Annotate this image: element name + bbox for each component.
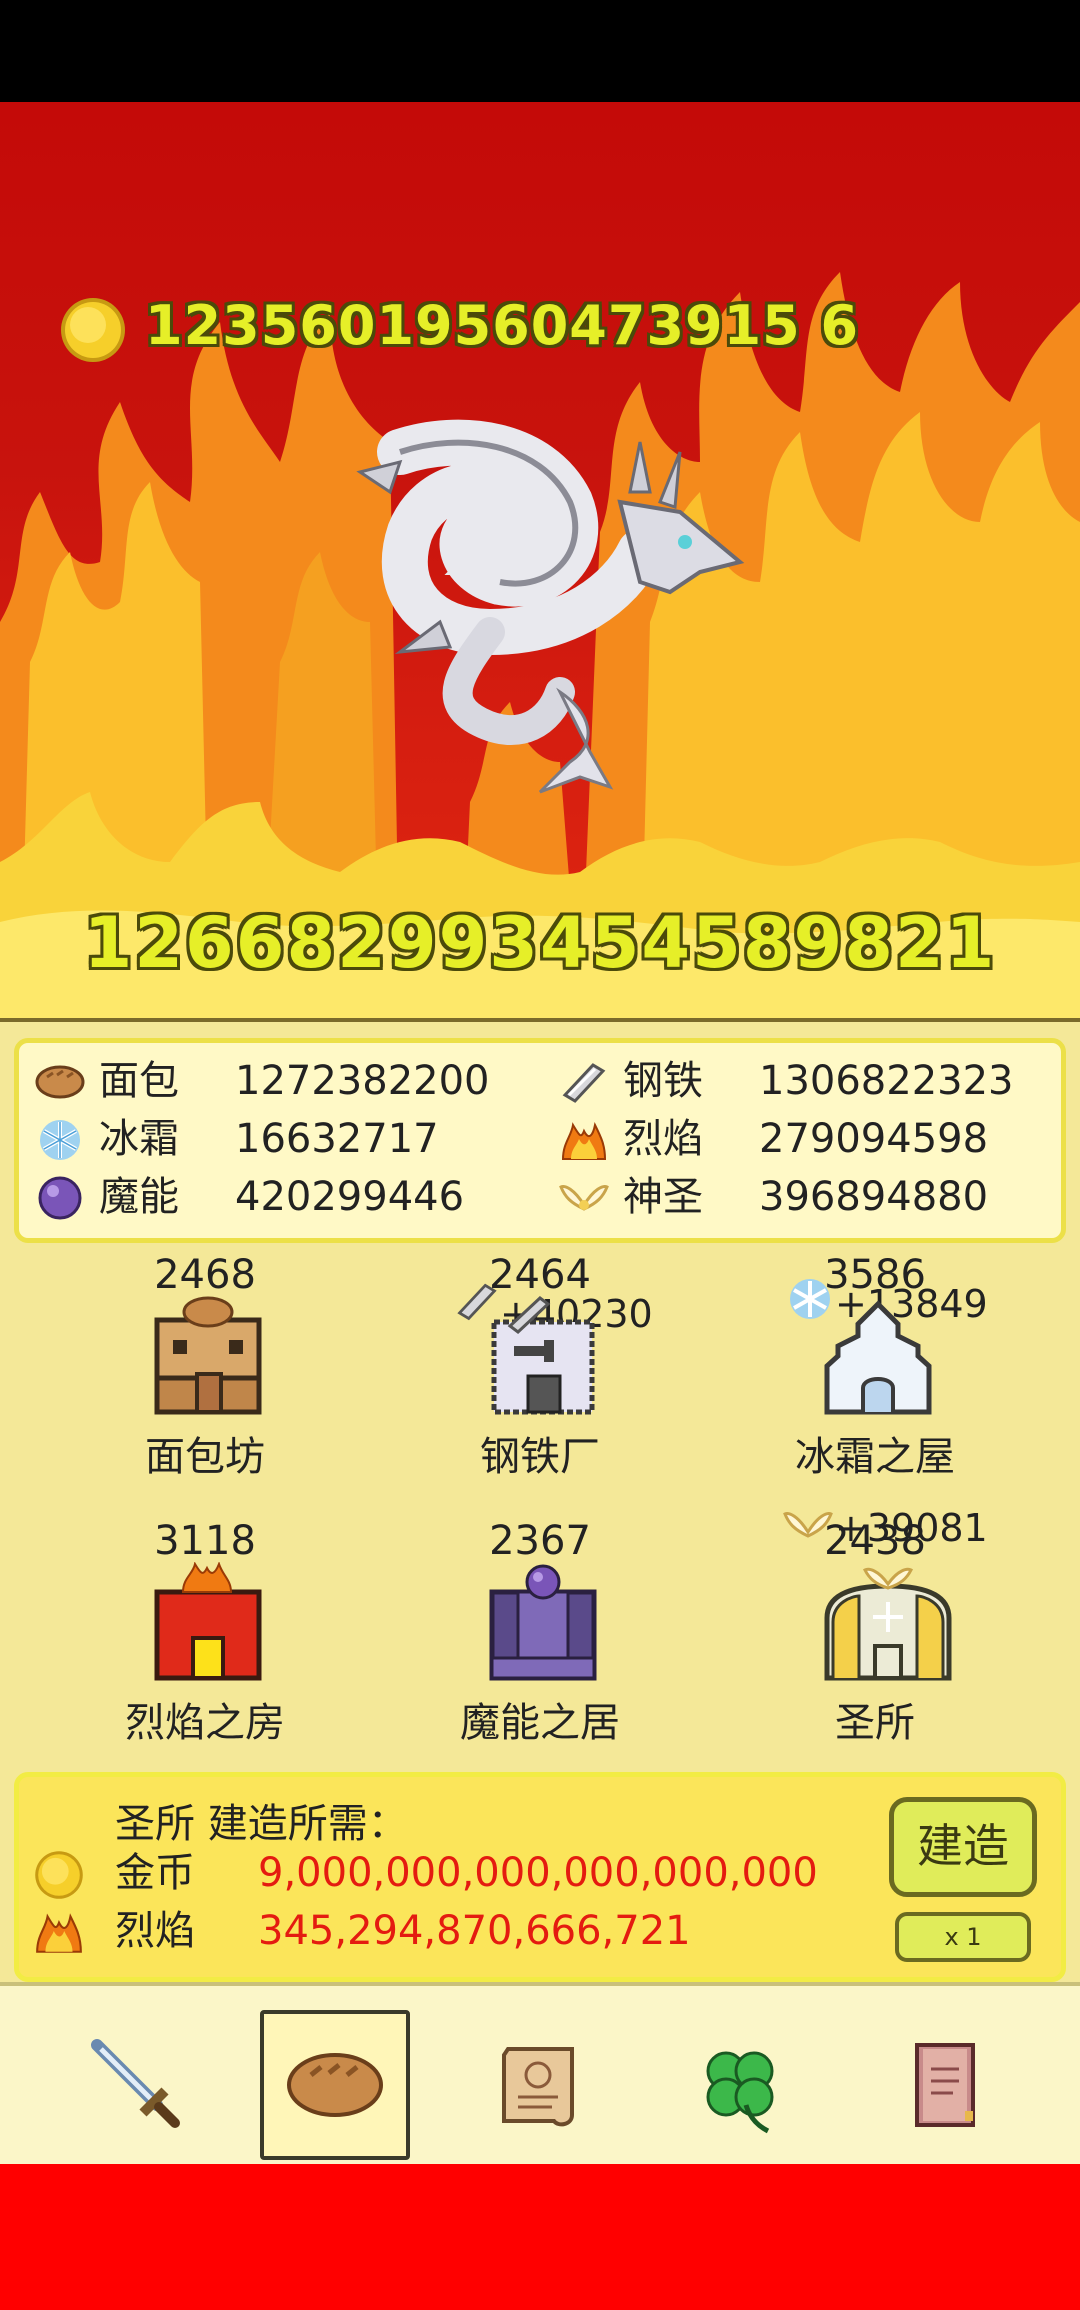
flame-icon [559, 1117, 609, 1163]
coin-amount: 12356019560473915 6 [145, 294, 860, 357]
frost-icon [35, 1117, 85, 1163]
steel-icon [454, 1278, 500, 1328]
frost-house-icon [823, 1296, 933, 1420]
white-dragon-enemy[interactable] [340, 392, 760, 816]
clover-icon [706, 2051, 774, 2134]
sanctuary-icon [823, 1562, 953, 1686]
coin-icon [58, 295, 128, 369]
magic-abode-icon [488, 1562, 598, 1686]
build-requirements-panel: 圣所 建造所需： 金币 9,000,000,000,000,000,000 烈焰… [14, 1772, 1066, 1982]
scroll-icon [502, 2047, 574, 2127]
bottom-banner-area [0, 2164, 1080, 2310]
tab-luck[interactable] [665, 2010, 815, 2160]
magic-orb-icon [35, 1175, 85, 1221]
production-gain: +39081 [835, 1506, 988, 1550]
build-multiplier-button[interactable]: x 1 [895, 1912, 1031, 1962]
building-steel-factory[interactable]: 2464 +40230 钢铁厂 [370, 1252, 710, 1512]
tab-codex[interactable] [868, 2010, 1018, 2160]
sword-icon [91, 2039, 180, 2128]
bakery-icon [153, 1296, 263, 1420]
bread-icon [287, 2053, 383, 2117]
building-magic-abode[interactable]: 2367 魔能之居 [370, 1518, 710, 1778]
bread-icon [35, 1059, 85, 1105]
building-bakery[interactable]: 2468 面包坊 [35, 1252, 375, 1512]
building-frost-house[interactable]: 3586 +13849 冰霜之屋 [705, 1252, 1045, 1512]
holy-wings-icon [783, 1502, 833, 1552]
build-button[interactable]: 建造 [889, 1797, 1037, 1897]
battle-scene[interactable]: 12356019560473915 6 126682993454589821 [0, 102, 1080, 1018]
main-panel: 面包 1272382200 钢铁 1306822323 冰霜 16632717 … [0, 1018, 1080, 2168]
flame-icon [33, 1907, 85, 1972]
frost-icon [785, 1276, 835, 1326]
building-sanctuary[interactable]: 2438 +39081 圣所 [705, 1506, 1045, 1778]
build-title: 圣所 建造所需： [115, 1801, 408, 1847]
flame-house-icon [153, 1561, 263, 1686]
holy-wings-icon [559, 1175, 609, 1221]
tab-battle[interactable] [62, 2010, 212, 2160]
coin-icon [33, 1849, 85, 1916]
steel-icon [559, 1059, 609, 1105]
status-bar-area [0, 0, 1080, 102]
resource-summary: 面包 1272382200 钢铁 1306822323 冰霜 16632717 … [14, 1038, 1066, 1243]
tab-quests[interactable] [463, 2010, 613, 2160]
bottom-tab-bar [0, 1982, 1080, 2168]
steel-factory-icon [488, 1296, 598, 1420]
building-flame-house[interactable]: 3118 烈焰之房 [35, 1518, 375, 1778]
tab-buildings[interactable] [260, 2010, 410, 2160]
dragon-hp-counter: 126682993454589821 [83, 902, 997, 984]
book-icon [915, 2043, 975, 2127]
